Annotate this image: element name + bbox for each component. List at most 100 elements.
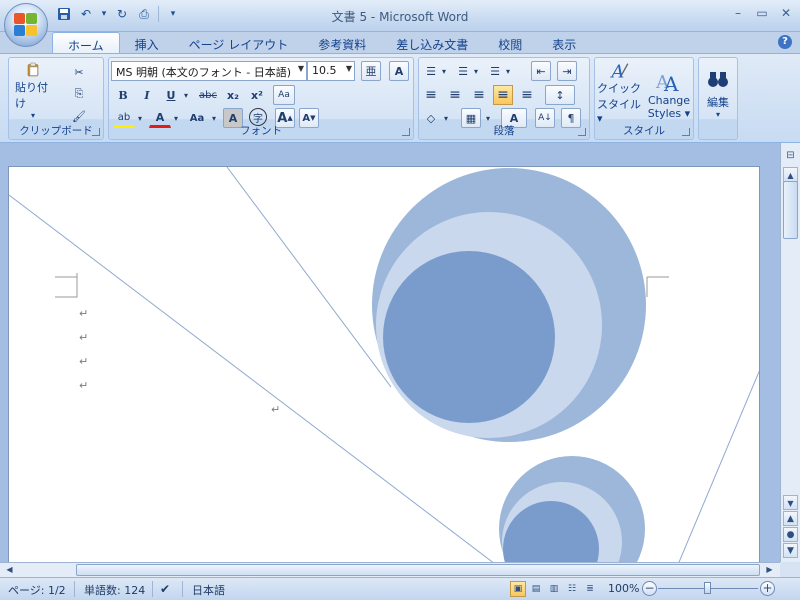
justify-button[interactable]: ≡ [493,85,513,105]
word-count[interactable]: 単語数: 124 [84,582,145,598]
font-size-combo[interactable]: 10.5 ▼ [307,61,355,81]
window-title: 文書 5 - Microsoft Word [331,10,469,24]
underline-button[interactable]: U [161,85,181,105]
clear-formatting-button[interactable]: Aa [273,85,295,105]
spelling-check-icon[interactable]: ✔ [160,582,170,596]
decrease-indent-button[interactable]: ⇤ [531,61,551,81]
vertical-scrollbar[interactable]: ⊟ ▲ ▼ ▲ ● ▼ [780,143,800,562]
change-styles-button[interactable]: A A Change Styles ▾ [645,61,693,125]
change-styles-label-2: Styles ▾ [647,107,691,120]
increase-indent-button[interactable]: ⇥ [557,61,577,81]
multilevel-list-button[interactable]: ☰ [485,61,505,81]
bullets-dropdown-icon[interactable]: ▾ [439,61,449,81]
phonetic-guide-button[interactable]: 亜 [361,61,381,81]
minimize-button[interactable]: – [730,5,746,21]
copy-icon[interactable]: ⎘ [69,84,89,104]
char-border-button[interactable]: A [389,61,409,81]
editing-group: 編集 ▾ [698,57,738,140]
tab-4[interactable]: 差し込み文書 [381,32,483,54]
paragraph-mark: ↵ [271,403,281,416]
clipboard-group: 貼り付け ▾ ✂ ⎘ 🖌 クリップボード [8,57,104,140]
numbering-button[interactable]: ☰ [453,61,473,81]
horizontal-scrollbar[interactable]: ◀ ▶ [0,562,780,577]
font-group-label: フォント [240,125,282,137]
multilevel-dropdown-icon[interactable]: ▾ [503,61,513,81]
horizontal-scroll-thumb[interactable] [76,564,760,576]
tab-6[interactable]: 表示 [537,32,591,54]
page-count[interactable]: ページ: 1/2 [8,582,66,598]
close-button[interactable]: ✕ [778,5,794,21]
view-ruler-icon[interactable]: ⊟ [784,150,797,163]
print-layout-view-icon[interactable]: ▣ [510,581,526,597]
ribbon: 貼り付け ▾ ✂ ⎘ 🖌 クリップボード MS 明朝 (本文のフォント - 日本… [0,53,800,143]
styles-launcher-icon[interactable] [682,128,690,136]
paragraph-launcher-icon[interactable] [578,128,586,136]
paragraph-group: ☰ ▾ ☰ ▾ ☰ ▾ ⇤ ⇥ ≡ ≡ ≡ ≡ ≡ ↕ ◇ ▾ ▦ ▾ A A↓… [418,57,590,140]
editing-button[interactable]: 編集 ▾ [701,61,735,125]
zoom-slider-thumb[interactable] [704,582,711,594]
change-styles-icon: A A [655,72,679,94]
tab-5[interactable]: 校閲 [483,32,537,54]
paragraph-mark: ↵ [79,355,89,368]
help-icon[interactable]: ? [778,35,792,49]
align-left-button[interactable]: ≡ [421,85,441,105]
next-page-icon[interactable]: ▼ [783,543,798,558]
tab-3[interactable]: 参考資料 [303,32,381,54]
font-size-value: 10.5 [312,64,337,77]
align-right-button[interactable]: ≡ [469,85,489,105]
font-group: MS 明朝 (本文のフォント - 日本語) ▼ 10.5 ▼ 亜 A B I U… [108,57,414,140]
draft-view-icon[interactable]: ≣ [582,581,598,597]
subscript-button[interactable]: x₂ [223,85,243,105]
restore-button[interactable]: ▭ [754,5,770,21]
superscript-button[interactable]: x² [247,85,267,105]
editing-dropdown-icon: ▾ [715,109,720,119]
vertical-scroll-thumb[interactable] [783,181,798,239]
font-name-combo[interactable]: MS 明朝 (本文のフォント - 日本語) ▼ [111,61,307,81]
tab-0[interactable]: ホーム [52,32,120,54]
font-name-dropdown-icon[interactable]: ▼ [298,64,304,73]
scroll-right-icon[interactable]: ▶ [762,563,777,577]
bullets-button[interactable]: ☰ [421,61,441,81]
paragraph-mark: ↵ [79,307,89,320]
line-spacing-button[interactable]: ↕ [545,85,575,105]
zoom-level[interactable]: 100% [608,582,639,595]
zoom-in-button[interactable]: + [760,581,775,596]
italic-button[interactable]: I [137,85,157,105]
browse-object-icon[interactable]: ● [783,527,798,542]
language-indicator[interactable]: 日本語 [192,582,225,598]
large-circle-inner [383,251,555,423]
web-layout-view-icon[interactable]: ▥ [546,581,562,597]
underline-dropdown-icon[interactable]: ▾ [181,85,191,105]
status-bar: ページ: 1/2 単語数: 124 ✔ 日本語 ▣ ▤ ▥ ☷ ≣ 100% −… [0,577,800,600]
scroll-up-icon[interactable]: ▲ [783,167,798,182]
bold-button[interactable]: B [113,85,133,105]
tab-2[interactable]: ページ レイアウト [174,32,304,54]
distributed-button[interactable]: ≡ [517,85,537,105]
clipboard-launcher-icon[interactable] [92,128,100,136]
paste-button[interactable]: 貼り付け ▾ [15,62,51,120]
paste-label: 貼り付け [15,81,48,110]
outline-view-icon[interactable]: ☷ [564,581,580,597]
cut-icon[interactable]: ✂ [69,62,89,82]
font-name-value: MS 明朝 (本文のフォント - 日本語) [116,66,292,79]
align-center-button[interactable]: ≡ [445,85,465,105]
ribbon-tabs: ホーム 挿入 ページ レイアウト 参考資料 差し込み文書 校閲 表示 [0,32,800,54]
clipboard-group-label: クリップボード [19,125,93,137]
clear-formatting-icon: Aa [278,90,290,100]
paragraph-mark: ↵ [79,331,89,344]
previous-page-icon[interactable]: ▲ [783,511,798,526]
styles-group-label: スタイル [623,125,665,137]
numbering-dropdown-icon[interactable]: ▾ [471,61,481,81]
strikethrough-button[interactable]: abc [195,85,221,105]
quick-styles-button[interactable]: A クイック スタイル ▾ [597,61,641,125]
scroll-left-icon[interactable]: ◀ [2,563,17,577]
change-styles-label-1: Change [647,94,691,107]
scroll-down-icon[interactable]: ▼ [783,495,798,510]
font-size-dropdown-icon[interactable]: ▼ [346,64,352,73]
full-screen-reading-view-icon[interactable]: ▤ [528,581,544,597]
zoom-out-button[interactable]: − [642,581,657,596]
document-page[interactable]: ↵ ↵ ↵ ↵ ↵ [8,166,760,566]
font-launcher-icon[interactable] [402,128,410,136]
tab-1[interactable]: 挿入 [120,32,174,54]
office-button[interactable] [4,3,48,47]
